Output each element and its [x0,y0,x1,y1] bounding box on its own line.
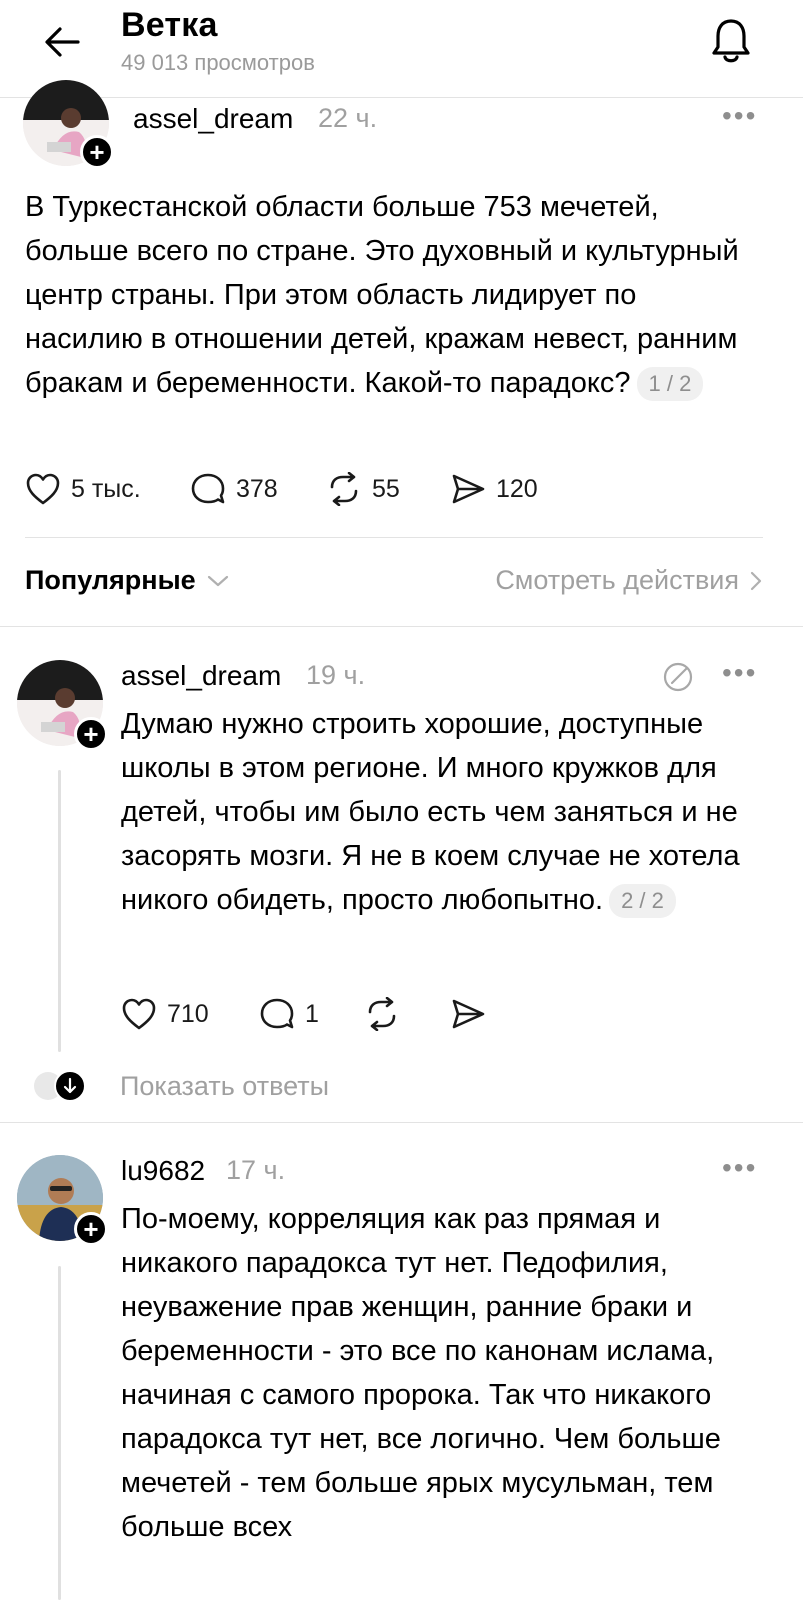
comment-bubble-icon [191,473,225,504]
repost-icon [368,997,396,1031]
reply-text: По-моему, корреляция как раз прямая и ни… [121,1203,721,1543]
share-button[interactable] [450,997,486,1031]
share-count: 120 [496,474,538,503]
send-icon [452,474,485,504]
heart-icon [26,473,60,505]
comment-count: 378 [236,474,278,503]
header-divider [0,97,803,98]
plus-icon: + [83,1214,99,1244]
post-username[interactable]: assel_dream [133,103,293,135]
more-dots-icon[interactable]: ••• [722,100,757,132]
more-dots-icon[interactable]: ••• [722,1152,757,1184]
plus-icon: + [89,137,105,167]
reply-time: 19 ч. [306,660,366,690]
edited-icon[interactable] [660,660,696,694]
share-button[interactable]: 120 [450,472,538,506]
follow-button[interactable]: + [74,1212,108,1246]
like-count: 5 тыс. [71,474,141,503]
show-replies-button[interactable]: Показать ответы [32,1066,329,1106]
sort-dropdown[interactable]: Популярные [25,565,230,596]
show-replies-label: Показать ответы [120,1070,329,1101]
view-activity-label: Смотреть действия [495,565,739,595]
repost-icon [330,472,358,506]
comment-button[interactable]: 1 [259,997,319,1031]
follow-button[interactable]: + [74,717,108,751]
repost-count: 55 [372,474,400,503]
divider [0,626,803,627]
replier-avatars [32,1066,88,1106]
back-button[interactable] [36,20,88,64]
follow-button[interactable]: + [80,135,114,169]
comment-button[interactable]: 378 [190,472,278,506]
post-text: В Туркестанской области больше 753 мечет… [25,191,739,399]
more-dots-icon[interactable]: ••• [722,657,757,689]
sort-label: Популярные [25,565,196,595]
thread-pager: 2 / 2 [609,884,676,919]
like-button[interactable]: 5 тыс. [25,472,141,506]
arrow-down-icon [54,1070,86,1102]
thread-line [58,1266,61,1600]
notifications-button[interactable] [704,14,758,68]
view-count: 49 013 просмотров [121,50,315,75]
reply-username[interactable]: assel_dream [121,660,281,692]
thread-line [58,770,61,1052]
reply-text-block: По-моему, корреляция как раз прямая и ни… [121,1197,769,1549]
bell-icon [712,19,750,63]
divider [0,1122,803,1123]
thread-pager: 1 / 2 [636,367,704,402]
comment-count: 1 [305,999,319,1028]
arrow-left-icon [45,27,80,57]
repost-button[interactable]: 55 [326,472,400,506]
send-icon [452,999,485,1029]
like-count: 710 [167,999,209,1028]
post-text-block: В Туркестанской области больше 753 мечет… [25,185,760,405]
post-time: 22 ч. [318,103,378,133]
reply-time: 17 ч. [226,1155,286,1185]
reply-text-block: Думаю нужно строить хорошие, доступные ш… [121,702,766,922]
heart-icon [122,998,156,1030]
page-title: Ветка [121,6,218,44]
view-activity-link[interactable]: Смотреть действия [495,565,763,596]
repost-button[interactable] [364,997,400,1031]
reply-username[interactable]: lu9682 [121,1155,205,1187]
chevron-down-icon [207,575,228,586]
chevron-right-icon [750,571,762,590]
comment-bubble-icon [260,998,294,1029]
divider [25,537,763,538]
plus-icon: + [83,719,99,749]
like-button[interactable]: 710 [121,997,209,1031]
